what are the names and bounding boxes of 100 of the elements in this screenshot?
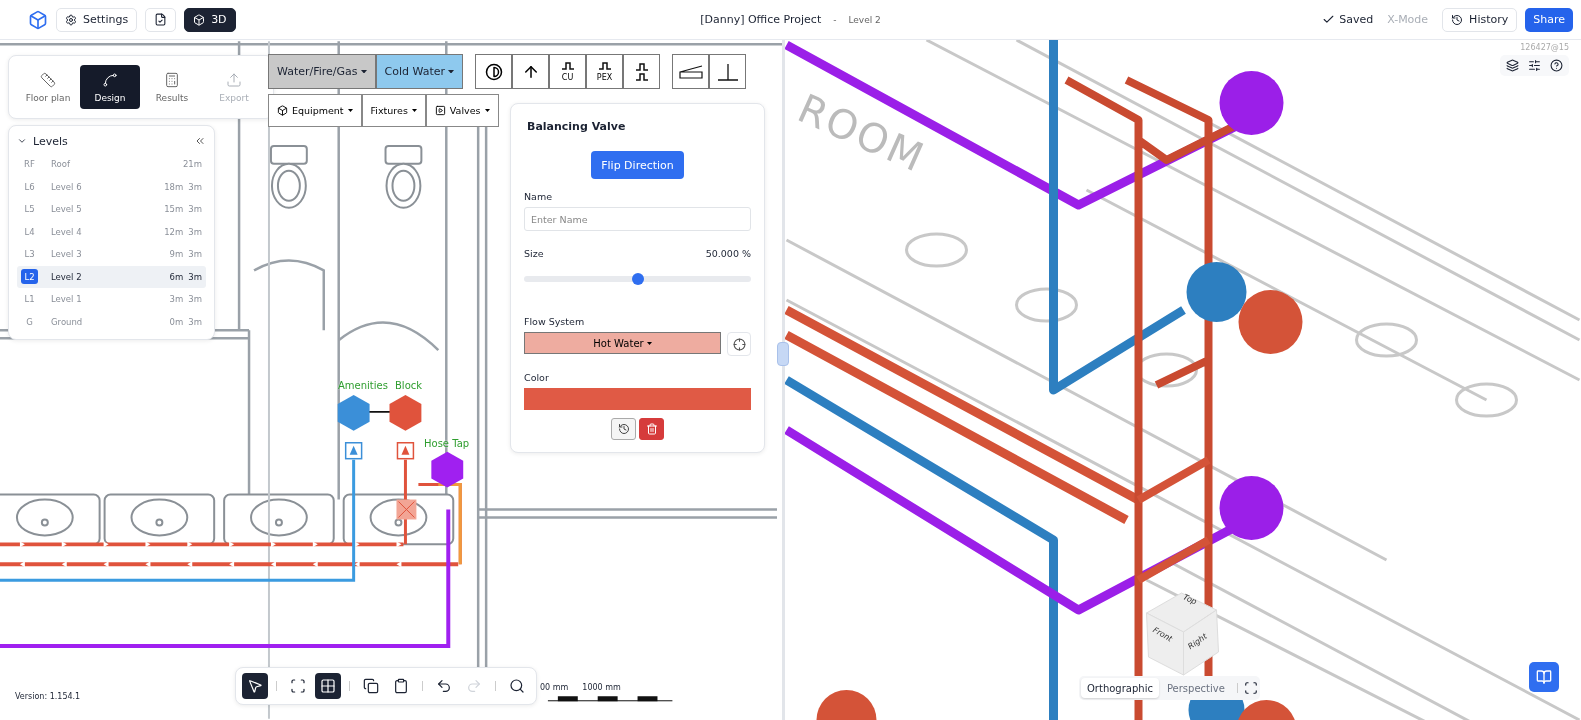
resize-handle[interactable]	[777, 342, 789, 366]
level-item[interactable]: L2 Level 2 6m 3m	[17, 265, 206, 288]
docs-button[interactable]	[1529, 662, 1559, 692]
share-button[interactable]: Share	[1525, 7, 1573, 32]
tool-button[interactable]	[709, 54, 747, 89]
caret-icon	[411, 109, 417, 112]
mode-tab[interactable]: Results	[142, 65, 202, 109]
plan-label: Block	[395, 380, 423, 391]
cube-icon	[277, 105, 288, 116]
collapse-panel-icon[interactable]	[194, 135, 206, 147]
tool-button[interactable]: PEX	[586, 54, 624, 89]
scale-label: 1000 mm	[582, 683, 621, 692]
clipboard-icon	[393, 678, 409, 694]
levels-title: Levels	[33, 134, 68, 148]
caret-icon	[484, 109, 490, 112]
caret-icon	[646, 341, 652, 345]
level-item[interactable]: L3 Level 3 9m 3m	[17, 243, 206, 266]
tool-button[interactable]	[623, 54, 661, 89]
level-item[interactable]: L5 Level 5 15m 3m	[17, 198, 206, 221]
plan-label: Amenities	[338, 380, 388, 391]
level-item[interactable]: RF Roof 21m	[17, 153, 206, 176]
trash-icon	[645, 423, 658, 435]
tool-button[interactable]	[512, 54, 550, 89]
projection-tab[interactable]: Perspective	[1160, 678, 1231, 698]
field-label: Flow System	[524, 316, 586, 327]
system-dropdown[interactable]: Water/Fire/Gas	[268, 54, 376, 89]
level-item[interactable]: G Ground 0m 3m	[17, 310, 206, 333]
projection-tab[interactable]: Orthographic	[1081, 678, 1159, 698]
title-separator: -	[833, 14, 837, 25]
menu-dropdown[interactable]: Equipment	[268, 94, 362, 127]
settings-icon	[65, 13, 77, 26]
redo-icon	[466, 678, 482, 694]
saved-status: Saved	[1339, 13, 1374, 26]
mode-tab[interactable]: Floor plan	[18, 65, 78, 109]
search-icon	[509, 678, 525, 694]
double-step-icon	[633, 60, 650, 83]
grid-icon	[320, 678, 336, 694]
file-check-button[interactable]	[145, 7, 177, 32]
name-input[interactable]: Enter Name	[524, 207, 751, 231]
book-icon	[1536, 669, 1552, 685]
history-icon	[617, 423, 630, 435]
file-check-icon	[154, 13, 168, 26]
undo-icon	[436, 678, 452, 694]
history-icon	[1451, 13, 1464, 26]
color-swatch[interactable]	[524, 388, 751, 410]
crosshair-icon	[732, 337, 746, 351]
collapse-icon[interactable]	[17, 136, 27, 146]
slider-thumb[interactable]	[631, 273, 644, 285]
sliders-icon[interactable]	[1528, 59, 1541, 72]
level-name: Level 2	[848, 14, 881, 25]
system-dropdown[interactable]: Cold Water	[375, 54, 464, 89]
step-icon	[560, 61, 575, 71]
upload-icon	[226, 71, 242, 88]
toolbar-button[interactable]	[242, 673, 268, 699]
menu-dropdown[interactable]: Valves	[425, 94, 499, 127]
cube-icon	[193, 13, 206, 26]
caret-icon	[448, 69, 455, 74]
calculator-icon	[164, 71, 180, 88]
project-title: [Danny] Office Project	[700, 13, 822, 26]
crosshair-button[interactable]	[727, 332, 751, 356]
layers-icon[interactable]	[1506, 59, 1519, 72]
menu-dropdown[interactable]: Fixtures	[361, 94, 426, 127]
level-item[interactable]: L6 Level 6 18m 3m	[17, 175, 206, 198]
check-icon	[1322, 13, 1336, 26]
version-text: Version: 1.154.1	[15, 692, 81, 701]
reset-button[interactable]	[611, 418, 636, 440]
mode-tab[interactable]: Design	[80, 65, 140, 109]
fullscreen-icon[interactable]	[1243, 681, 1258, 695]
caret-icon	[347, 109, 353, 112]
spline-icon	[102, 71, 118, 88]
cube-logo-icon	[28, 9, 48, 30]
field-label: Name	[524, 191, 554, 202]
slope-icon	[678, 64, 703, 79]
flow-system-dropdown[interactable]: Hot Water	[524, 332, 721, 354]
toolbar-button[interactable]	[315, 673, 341, 699]
field-label: Color	[524, 372, 550, 383]
history-button[interactable]: History	[1442, 7, 1518, 32]
tool-button[interactable]	[475, 54, 513, 89]
3d-toggle-button[interactable]: 3D	[184, 7, 236, 32]
delete-button[interactable]	[639, 418, 664, 440]
cube-face-label: Top	[1181, 592, 1199, 607]
flip-direction-button[interactable]: Flip Direction	[591, 151, 684, 179]
play-icon	[434, 105, 446, 116]
perpendicular-icon	[716, 62, 739, 81]
plan-label: Hose Tap	[424, 438, 470, 449]
ruler-icon	[40, 71, 56, 88]
help-icon[interactable]	[1550, 59, 1563, 72]
size-reading: 50.000 %	[705, 248, 751, 259]
settings-button[interactable]: Settings	[56, 7, 138, 32]
pointer-icon	[247, 678, 263, 694]
panel-title: Balancing Valve	[527, 120, 627, 133]
level-item[interactable]: L1 Level 1 3m 3m	[17, 288, 206, 311]
scale-label: 00 mm	[540, 683, 569, 692]
caret-icon	[360, 69, 367, 74]
tool-button[interactable]: CU	[549, 54, 587, 89]
frame-icon	[290, 678, 306, 694]
copy-icon	[363, 678, 379, 694]
level-item[interactable]: L4 Level 4 12m 3m	[17, 220, 206, 243]
step-icon	[597, 61, 612, 71]
build-id: 126427@15	[1520, 43, 1569, 52]
